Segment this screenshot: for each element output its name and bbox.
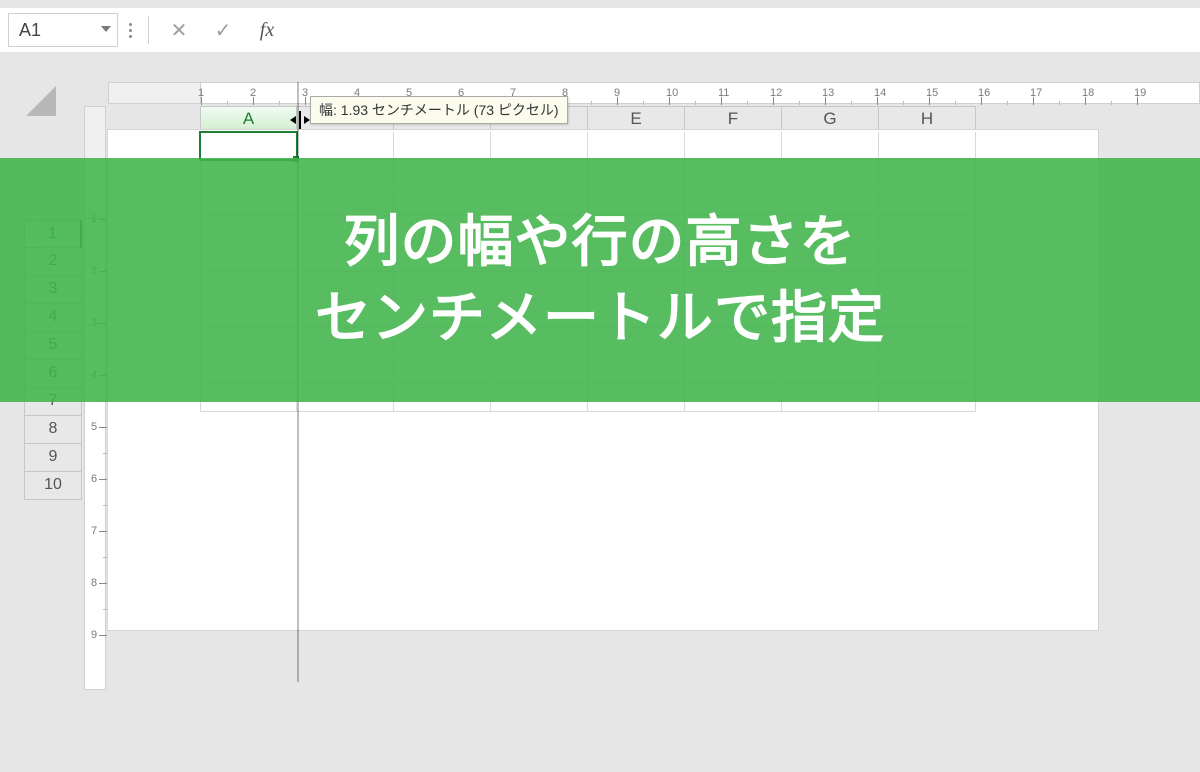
ruler-number: 9 [614, 87, 620, 99]
ruler-number: 14 [874, 87, 886, 99]
ruler-number: 19 [1134, 87, 1146, 99]
name-box[interactable]: A1 [8, 13, 118, 47]
row-header[interactable]: 8 [24, 416, 82, 444]
formula-bar: A1 ✕ ✓ fx [0, 8, 1200, 52]
select-all-triangle[interactable] [0, 60, 60, 120]
title-banner: 列の幅や行の高さを センチメートルで指定 [0, 158, 1200, 402]
ruler-number: 7 [91, 525, 97, 537]
cell[interactable] [782, 132, 879, 160]
column-width-tooltip: 幅: 1.93 センチメートル (73 ピクセル) [310, 96, 568, 124]
cell[interactable] [588, 132, 685, 160]
horizontal-ruler[interactable]: 12345678910111213141516171819 [108, 82, 1200, 104]
cell[interactable] [491, 132, 588, 160]
column-header[interactable]: G [782, 106, 879, 132]
column-header[interactable]: H [879, 106, 976, 132]
column-header[interactable]: F [685, 106, 782, 132]
cell[interactable] [879, 132, 976, 160]
ruler-number: 15 [926, 87, 938, 99]
ruler-number: 11 [718, 87, 729, 99]
row-header[interactable]: 10 [24, 472, 82, 500]
ruler-number: 3 [302, 87, 308, 99]
cell[interactable] [200, 132, 297, 160]
cancel-icon[interactable]: ✕ [159, 15, 199, 45]
ruler-number: 1 [198, 87, 204, 99]
divider [148, 16, 149, 44]
banner-line-1: 列の幅や行の高さを [344, 204, 857, 280]
fx-icon[interactable]: fx [247, 15, 287, 45]
banner-line-2: センチメートルで指定 [315, 280, 885, 356]
ruler-number: 17 [1030, 87, 1042, 99]
cell-reference: A1 [19, 20, 41, 41]
cell[interactable] [297, 132, 394, 160]
ruler-number: 13 [822, 87, 834, 99]
drag-handle-icon[interactable] [122, 23, 138, 38]
ruler-number: 5 [91, 421, 97, 433]
ruler-number: 6 [91, 473, 97, 485]
formula-input[interactable] [291, 15, 1192, 45]
row-header[interactable]: 9 [24, 444, 82, 472]
column-header[interactable]: A [200, 106, 297, 132]
ruler-gutter [109, 83, 201, 103]
ruler-number: 12 [770, 87, 782, 99]
ruler-number: 8 [91, 577, 97, 589]
cell[interactable] [685, 132, 782, 160]
ruler-number: 2 [250, 87, 256, 99]
cell[interactable] [394, 132, 491, 160]
ruler-number: 10 [666, 87, 678, 99]
enter-icon[interactable]: ✓ [203, 15, 243, 45]
ruler-number: 18 [1082, 87, 1094, 99]
chevron-down-icon[interactable] [101, 26, 111, 32]
ruler-number: 9 [91, 629, 97, 641]
column-header[interactable]: E [588, 106, 685, 132]
ruler-number: 16 [978, 87, 990, 99]
